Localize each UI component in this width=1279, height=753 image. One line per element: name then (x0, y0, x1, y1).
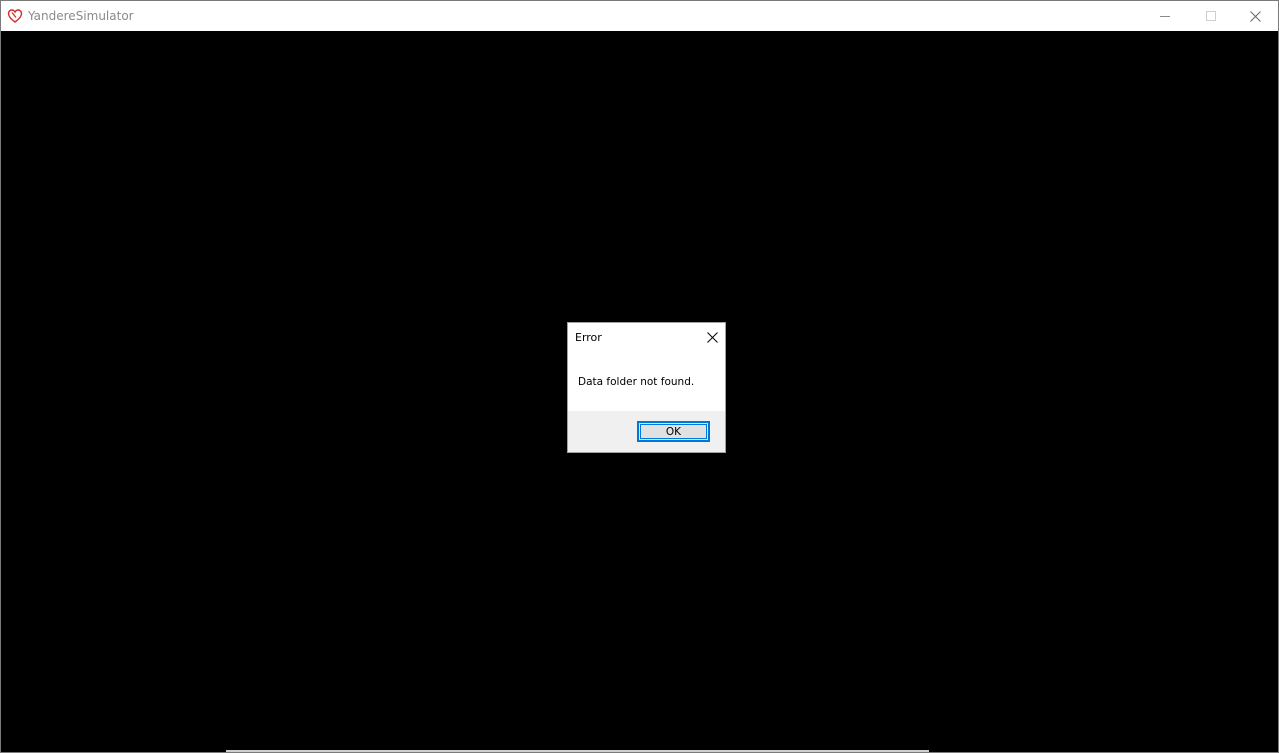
dialog-button-bar: OK (568, 411, 725, 452)
window-titlebar[interactable]: YandereSimulator (1, 1, 1278, 31)
ok-button[interactable]: OK (637, 421, 710, 442)
ok-button-label: OK (665, 425, 682, 438)
minimize-button[interactable] (1142, 1, 1188, 31)
close-icon (1249, 10, 1261, 22)
minimize-icon (1160, 11, 1170, 21)
dialog-message: Data folder not found. (578, 376, 695, 388)
error-dialog: Error Data folder not found. OK (567, 322, 726, 453)
maximize-icon (1206, 11, 1216, 21)
heart-icon (7, 8, 23, 24)
maximize-button[interactable] (1188, 1, 1234, 31)
dialog-close-button[interactable] (698, 323, 726, 351)
dialog-title: Error (575, 331, 602, 344)
close-button[interactable] (1232, 1, 1278, 31)
window-title: YandereSimulator (28, 9, 134, 23)
close-icon (706, 328, 718, 347)
taskbar-edge (226, 750, 929, 752)
